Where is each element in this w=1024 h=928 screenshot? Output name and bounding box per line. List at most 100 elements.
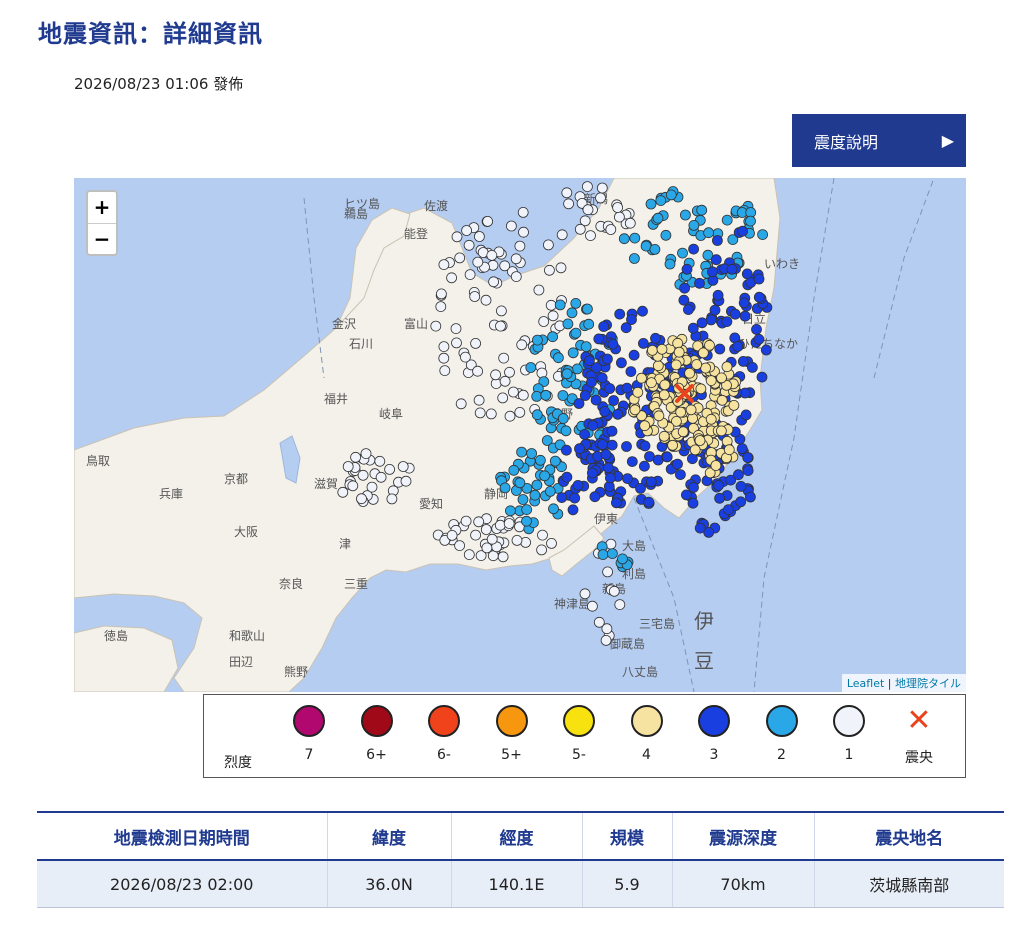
leaflet-link[interactable]: Leaflet — [847, 677, 884, 690]
map-place-label: 鳥取 — [86, 453, 110, 468]
station-marker — [557, 413, 569, 424]
legend-color-dot — [495, 705, 528, 737]
station-marker — [760, 344, 772, 356]
intensity-explanation-button[interactable]: 震度說明 ▶ — [792, 114, 966, 167]
station-marker — [602, 353, 613, 365]
station-marker — [499, 375, 511, 387]
station-marker — [756, 371, 768, 383]
station-marker — [600, 449, 612, 460]
station-marker — [375, 471, 387, 483]
station-marker — [736, 443, 748, 455]
legend-color-dot — [360, 705, 393, 737]
map-place-label: 津 — [339, 537, 351, 551]
col-header-magnitude: 規模 — [581, 811, 672, 861]
station-marker — [451, 337, 462, 349]
table-header-row: 地震檢測日期時間 緯度 經度 規模 震源深度 震央地名 — [37, 811, 1004, 861]
station-marker — [438, 259, 450, 270]
legend-item-epicenter: ✕ 震央 — [894, 705, 944, 767]
map-place-label: 能登 — [404, 226, 428, 241]
station-marker — [574, 443, 585, 455]
station-marker — [511, 534, 523, 546]
station-marker — [614, 211, 625, 223]
station-marker — [587, 467, 598, 479]
col-header-depth: 震源深度 — [671, 811, 814, 861]
map-place-label: 熊野 — [284, 664, 308, 679]
station-marker — [451, 231, 463, 243]
station-marker — [753, 291, 765, 303]
col-header-location: 震央地名 — [813, 811, 1004, 861]
station-marker — [472, 256, 484, 268]
station-marker — [681, 263, 693, 275]
station-marker — [514, 406, 526, 418]
station-marker — [561, 471, 573, 483]
station-marker — [534, 454, 546, 466]
station-marker — [574, 223, 586, 235]
station-marker — [580, 341, 592, 353]
station-marker — [583, 318, 595, 330]
station-marker — [653, 410, 665, 422]
station-marker — [589, 491, 601, 503]
legend-item: 7 — [284, 705, 334, 763]
station-marker — [473, 231, 485, 242]
station-marker — [579, 390, 591, 401]
station-marker — [497, 392, 509, 404]
station-marker — [672, 458, 683, 470]
cell-latitude: 36.0N — [326, 860, 451, 908]
col-header-time: 地震檢測日期時間 — [37, 811, 327, 861]
station-marker — [510, 253, 522, 265]
station-marker — [474, 407, 486, 419]
zoom-in-button[interactable]: + — [88, 192, 116, 224]
station-marker — [488, 276, 500, 288]
legend-item-label: 5- — [572, 747, 586, 763]
station-marker — [463, 549, 475, 561]
station-marker — [582, 303, 593, 315]
col-header-longitude: 經度 — [450, 811, 582, 861]
station-marker — [658, 430, 670, 442]
earthquake-map[interactable]: ヒツ島新潟鵜島佐渡能登富山石川福井金沢岐阜鳥取兵庫京都大阪奈良三重和歌山徳島愛知… — [74, 178, 966, 692]
station-marker — [593, 616, 605, 628]
map-attribution: Leaflet | 地理院タイル — [841, 674, 966, 692]
station-marker — [738, 297, 750, 309]
station-marker — [603, 462, 614, 474]
map-canvas: ヒツ島新潟鵜島佐渡能登富山石川福井金沢岐阜鳥取兵庫京都大阪奈良三重和歌山徳島愛知… — [74, 178, 935, 692]
station-marker — [714, 343, 726, 355]
station-marker — [740, 409, 752, 421]
station-marker — [747, 361, 758, 373]
legend-epicenter-label: 震央 — [905, 750, 933, 766]
station-marker — [566, 307, 578, 319]
station-marker — [510, 271, 522, 282]
station-marker — [555, 262, 567, 274]
station-marker — [721, 316, 733, 328]
station-marker — [600, 634, 612, 646]
station-marker — [450, 323, 462, 335]
station-marker — [612, 408, 624, 420]
station-marker — [347, 480, 359, 492]
station-marker — [735, 496, 747, 508]
col-header-latitude: 緯度 — [326, 811, 451, 861]
station-marker — [742, 465, 754, 477]
station-marker — [514, 240, 526, 252]
station-marker — [446, 272, 458, 284]
station-marker — [495, 320, 506, 332]
zoom-out-button[interactable]: − — [88, 224, 116, 255]
station-marker — [602, 566, 613, 578]
station-marker — [639, 440, 651, 452]
legend-item: 1 — [824, 705, 874, 763]
station-marker — [606, 439, 618, 451]
station-marker — [650, 332, 661, 344]
legend-item-label: 6+ — [366, 747, 387, 763]
legend-color-dot — [293, 705, 325, 737]
station-marker — [526, 448, 538, 459]
gsi-tiles-link[interactable]: 地理院タイル — [895, 677, 961, 690]
station-marker — [497, 551, 509, 563]
attribution-separator: | — [887, 677, 892, 690]
station-marker — [639, 460, 650, 472]
station-marker — [521, 515, 532, 527]
legend-item: 4 — [622, 705, 672, 763]
station-marker — [695, 383, 707, 395]
station-marker — [549, 455, 561, 467]
station-marker — [656, 343, 668, 355]
station-marker — [386, 493, 398, 505]
legend-item-label: 7 — [304, 747, 314, 763]
station-marker — [455, 398, 467, 410]
